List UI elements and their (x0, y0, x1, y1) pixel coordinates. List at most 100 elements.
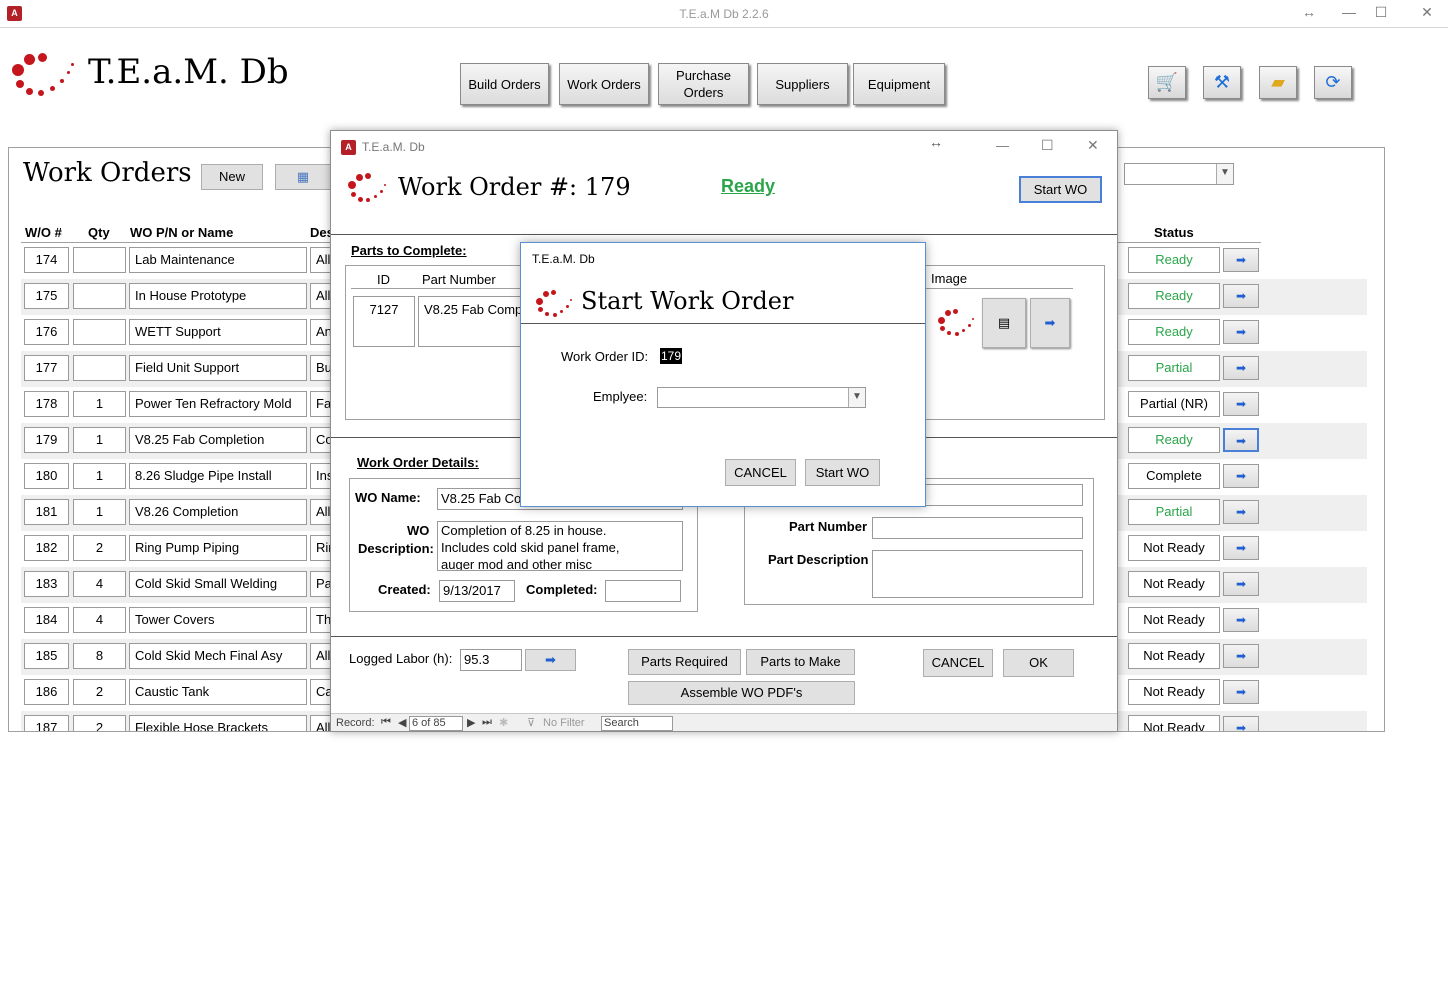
qty-cell[interactable]: 2 (73, 535, 126, 561)
qty-cell[interactable]: 2 (73, 715, 126, 731)
status-cell[interactable]: Complete (1128, 463, 1220, 489)
labor-arrow-icon[interactable]: ➡ (525, 649, 576, 671)
completed-field[interactable] (605, 580, 681, 602)
new-record-icon[interactable]: ✱ (499, 716, 508, 729)
qty-cell[interactable] (73, 283, 126, 309)
open-work-order-arrow-icon[interactable]: ➡ (1223, 680, 1259, 704)
wo-name-cell[interactable]: WETT Support (129, 319, 307, 345)
chevron-down-icon[interactable]: ▼ (848, 388, 865, 407)
view-drawing-icon[interactable]: ▤ (982, 298, 1026, 348)
qty-cell[interactable]: 1 (73, 427, 126, 453)
wo-name-cell[interactable]: V8.26 Completion (129, 499, 307, 525)
open-work-order-arrow-icon[interactable]: ➡ (1223, 500, 1259, 524)
qty-cell[interactable] (73, 355, 126, 381)
next-record-icon[interactable]: ▶ (467, 716, 475, 729)
wo-number-cell[interactable]: 176 (24, 319, 69, 345)
cart-icon[interactable]: 🛒 (1148, 66, 1186, 99)
parts-required-button[interactable]: Parts Required (628, 649, 741, 675)
qty-cell[interactable]: 2 (73, 679, 126, 705)
suppliers-button[interactable]: Suppliers (757, 63, 848, 105)
refresh-icon[interactable]: ⟳ (1314, 66, 1352, 99)
status-cell[interactable]: Partial (1128, 499, 1220, 525)
last-record-icon[interactable]: ⏭ (482, 716, 492, 729)
status-cell[interactable]: Not Ready (1128, 715, 1220, 731)
status-cell[interactable]: Not Ready (1128, 643, 1220, 669)
maximize-button[interactable]: ☐ (1041, 137, 1054, 154)
record-position-field[interactable]: 6 of 85 (409, 716, 463, 731)
status-cell[interactable]: Partial (NR) (1128, 391, 1220, 417)
start-wo-button[interactable]: Start WO (1019, 176, 1102, 203)
status-cell[interactable]: Ready (1128, 247, 1220, 273)
status-cell[interactable]: Not Ready (1128, 535, 1220, 561)
open-work-order-arrow-icon[interactable]: ➡ (1223, 320, 1259, 344)
wo-number-cell[interactable]: 174 (24, 247, 69, 273)
status-cell[interactable]: Partial (1128, 355, 1220, 381)
wo-description-field[interactable]: Completion of 8.25 in house. Includes co… (437, 521, 683, 571)
qty-cell[interactable]: 4 (73, 571, 126, 597)
filter-combo[interactable]: ▼ (1124, 163, 1234, 185)
open-work-order-arrow-icon[interactable]: ➡ (1223, 392, 1259, 416)
open-work-order-arrow-icon[interactable]: ➡ (1223, 536, 1259, 560)
resize-icon[interactable]: ↔ (1297, 4, 1321, 20)
wo-number-cell[interactable]: 178 (24, 391, 69, 417)
wo-number-cell[interactable]: 177 (24, 355, 69, 381)
part-id-field[interactable]: 7127 (353, 296, 415, 347)
wo-name-cell[interactable]: Ring Pump Piping (129, 535, 307, 561)
wo-name-cell[interactable]: In House Prototype (129, 283, 307, 309)
wo-name-cell[interactable]: 8.26 Sludge Pipe Install (129, 463, 307, 489)
no-filter-label[interactable]: No Filter (543, 717, 585, 729)
cancel-button[interactable]: CANCEL (923, 649, 993, 677)
equipment-button[interactable]: Equipment (853, 63, 945, 105)
wo-number-cell[interactable]: 180 (24, 463, 69, 489)
status-cell[interactable]: Not Ready (1128, 679, 1220, 705)
qty-cell[interactable]: 1 (73, 463, 126, 489)
assemble-pdf-button[interactable]: Assemble WO PDF's (628, 681, 855, 705)
wo-name-cell[interactable]: Lab Maintenance (129, 247, 307, 273)
part-description-field[interactable] (872, 550, 1083, 598)
minimize-button[interactable]: — (1337, 4, 1361, 20)
wo-name-cell[interactable]: Power Ten Refractory Mold (129, 391, 307, 417)
wo-name-cell[interactable]: V8.25 Fab Completion (129, 427, 307, 453)
first-record-icon[interactable]: ⏮ (381, 716, 391, 729)
wo-name-cell[interactable]: Cold Skid Small Welding (129, 571, 307, 597)
prev-record-icon[interactable]: ◀ (398, 716, 406, 729)
open-work-order-arrow-icon[interactable]: ➡ (1223, 248, 1259, 272)
wo-number-cell[interactable]: 187 (24, 715, 69, 731)
wo-name-cell[interactable]: Cold Skid Mech Final Asy (129, 643, 307, 669)
qty-cell[interactable]: 1 (73, 499, 126, 525)
qty-cell[interactable]: 8 (73, 643, 126, 669)
wo-name-cell[interactable]: Tower Covers (129, 607, 307, 633)
chevron-down-icon[interactable]: ▼ (1216, 164, 1233, 184)
status-cell[interactable]: Not Ready (1128, 571, 1220, 597)
wo-number-cell[interactable]: 184 (24, 607, 69, 633)
wo-name-cell[interactable]: Flexible Hose Brackets (129, 715, 307, 731)
minimize-button[interactable]: — (996, 138, 1009, 153)
open-work-order-arrow-icon[interactable]: ➡ (1223, 356, 1259, 380)
qty-cell[interactable]: 1 (73, 391, 126, 417)
employee-combo[interactable]: ▼ (657, 387, 866, 408)
report-icon[interactable]: ▦ (275, 164, 331, 190)
qty-cell[interactable]: 4 (73, 607, 126, 633)
ok-button[interactable]: OK (1003, 649, 1074, 677)
new-button[interactable]: New (201, 164, 263, 190)
close-button[interactable]: ✕ (1415, 4, 1439, 21)
open-work-order-arrow-icon[interactable]: ➡ (1223, 428, 1259, 452)
status-cell[interactable]: Not Ready (1128, 607, 1220, 633)
wo-number-cell[interactable]: 182 (24, 535, 69, 561)
filter-icon[interactable]: ⊽ (527, 716, 535, 729)
wo-number-cell[interactable]: 179 (24, 427, 69, 453)
qty-cell[interactable] (73, 319, 126, 345)
wo-number-cell[interactable]: 185 (24, 643, 69, 669)
part-number-field[interactable]: V8.25 Fab Comp (418, 296, 528, 347)
status-cell[interactable]: Ready (1128, 319, 1220, 345)
purchase-orders-button[interactable]: Purchase Orders (658, 63, 749, 105)
wo-name-cell[interactable]: Caustic Tank (129, 679, 307, 705)
folder-icon[interactable]: ▰ (1259, 66, 1297, 99)
wo-number-cell[interactable]: 186 (24, 679, 69, 705)
status-cell[interactable]: Ready (1128, 427, 1220, 453)
open-work-order-arrow-icon[interactable]: ➡ (1223, 284, 1259, 308)
open-part-arrow-icon[interactable]: ➡ (1030, 298, 1070, 348)
open-work-order-arrow-icon[interactable]: ➡ (1223, 716, 1259, 731)
tools-icon[interactable]: ⚒ (1203, 66, 1241, 99)
open-work-order-arrow-icon[interactable]: ➡ (1223, 644, 1259, 668)
